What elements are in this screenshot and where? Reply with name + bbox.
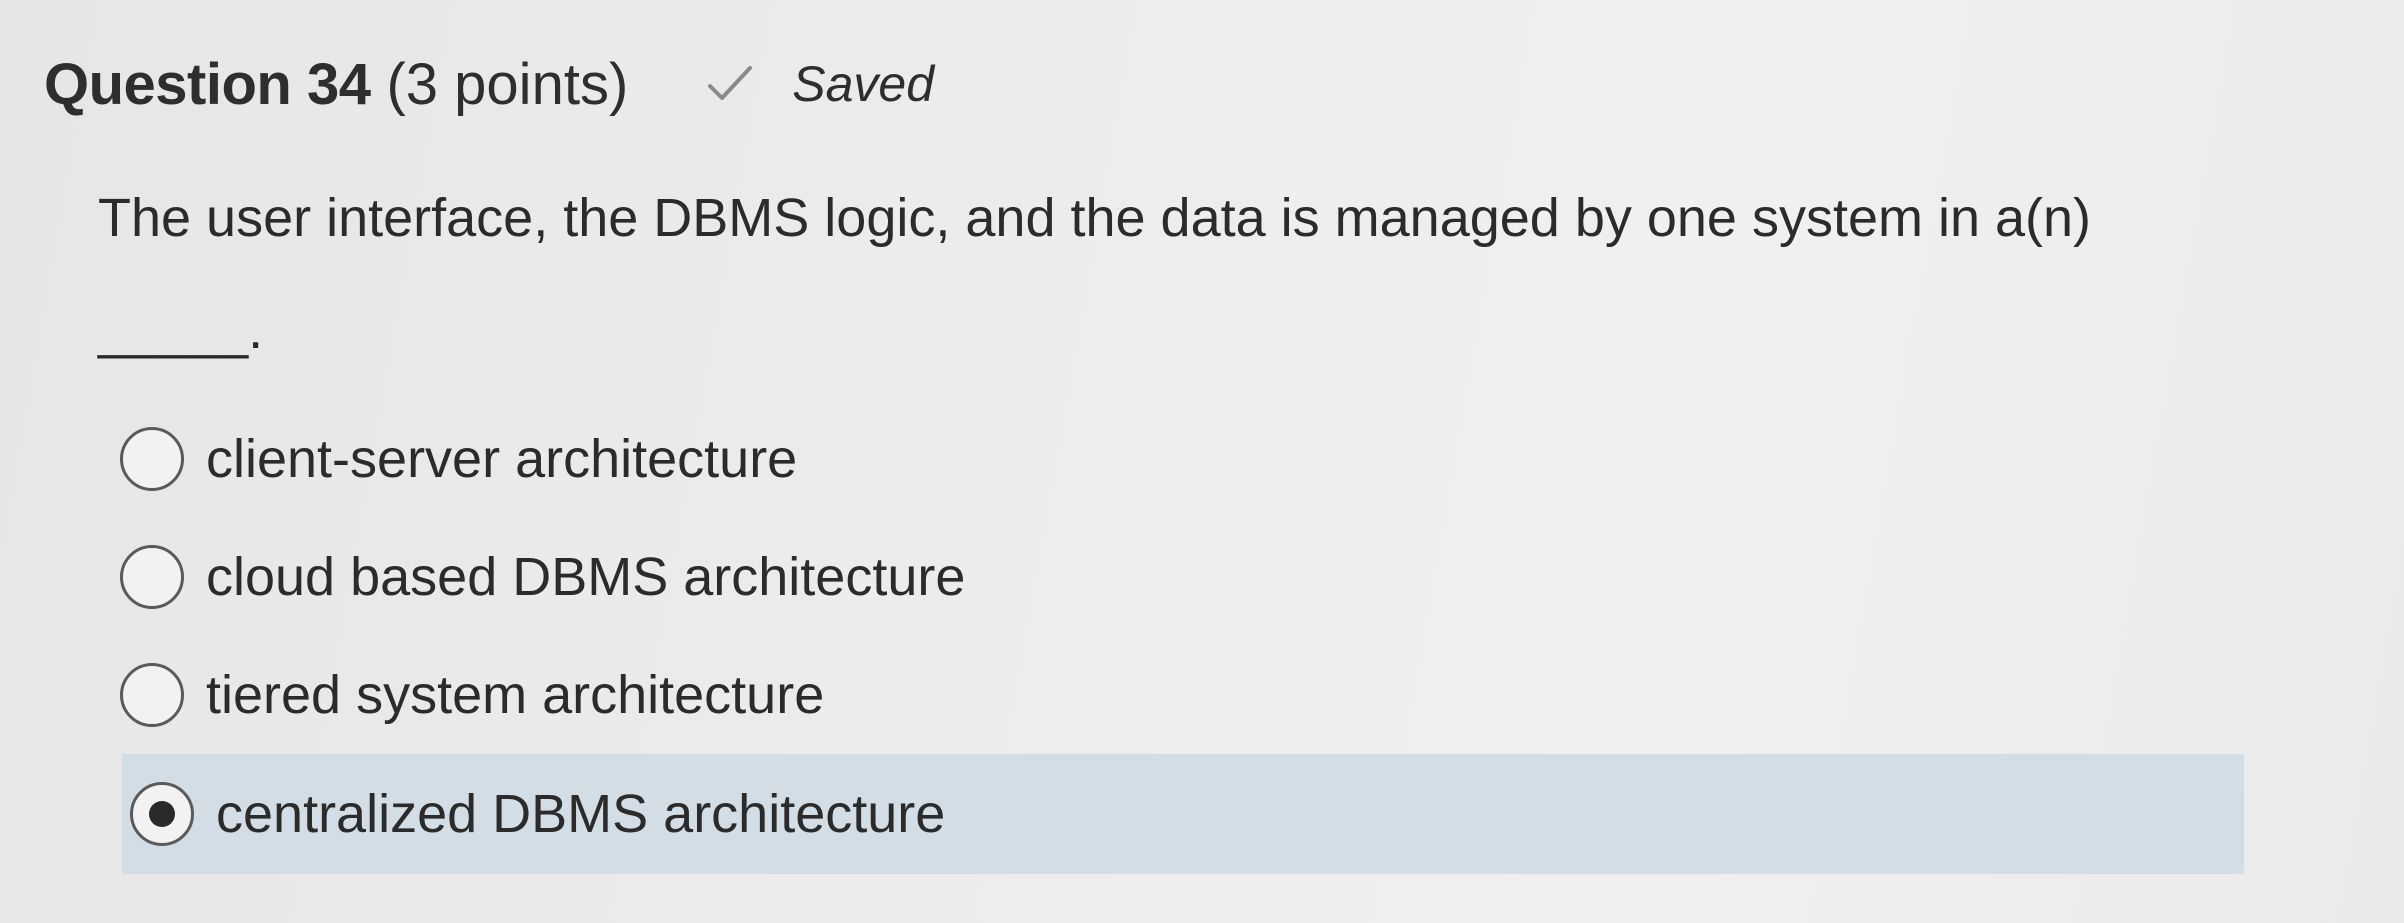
- question-title: Question 34: [44, 51, 371, 117]
- question-header: Question 34 (3 points) Saved: [44, 44, 934, 124]
- radio-button[interactable]: [120, 545, 184, 609]
- answer-option[interactable]: tiered system architecture: [120, 636, 2240, 754]
- question-prompt-line-1: The user interface, the DBMS logic, and …: [98, 188, 2092, 248]
- question-points: (3 points): [386, 51, 629, 117]
- answer-options: client-server architecture cloud based D…: [120, 400, 2244, 874]
- radio-button[interactable]: [120, 427, 184, 491]
- answer-option-label[interactable]: centralized DBMS architecture: [216, 783, 945, 845]
- answer-option[interactable]: client-server architecture: [120, 400, 2240, 518]
- radio-button-selected[interactable]: [130, 782, 194, 846]
- answer-option-selected[interactable]: centralized DBMS architecture: [122, 754, 2244, 874]
- radio-button[interactable]: [120, 663, 184, 727]
- saved-status: Saved: [706, 55, 934, 113]
- answer-option-label[interactable]: tiered system architecture: [206, 664, 824, 726]
- answer-option-label[interactable]: cloud based DBMS architecture: [206, 546, 965, 608]
- question-prompt-line-2: _____.: [98, 300, 264, 360]
- question-prompt: The user interface, the DBMS logic, and …: [98, 162, 2278, 386]
- answer-option[interactable]: cloud based DBMS architecture: [120, 518, 2240, 636]
- check-icon: [708, 66, 753, 100]
- answer-option-label[interactable]: client-server architecture: [206, 428, 797, 490]
- radio-selected-dot: [149, 801, 175, 827]
- saved-status-text: Saved: [792, 56, 935, 112]
